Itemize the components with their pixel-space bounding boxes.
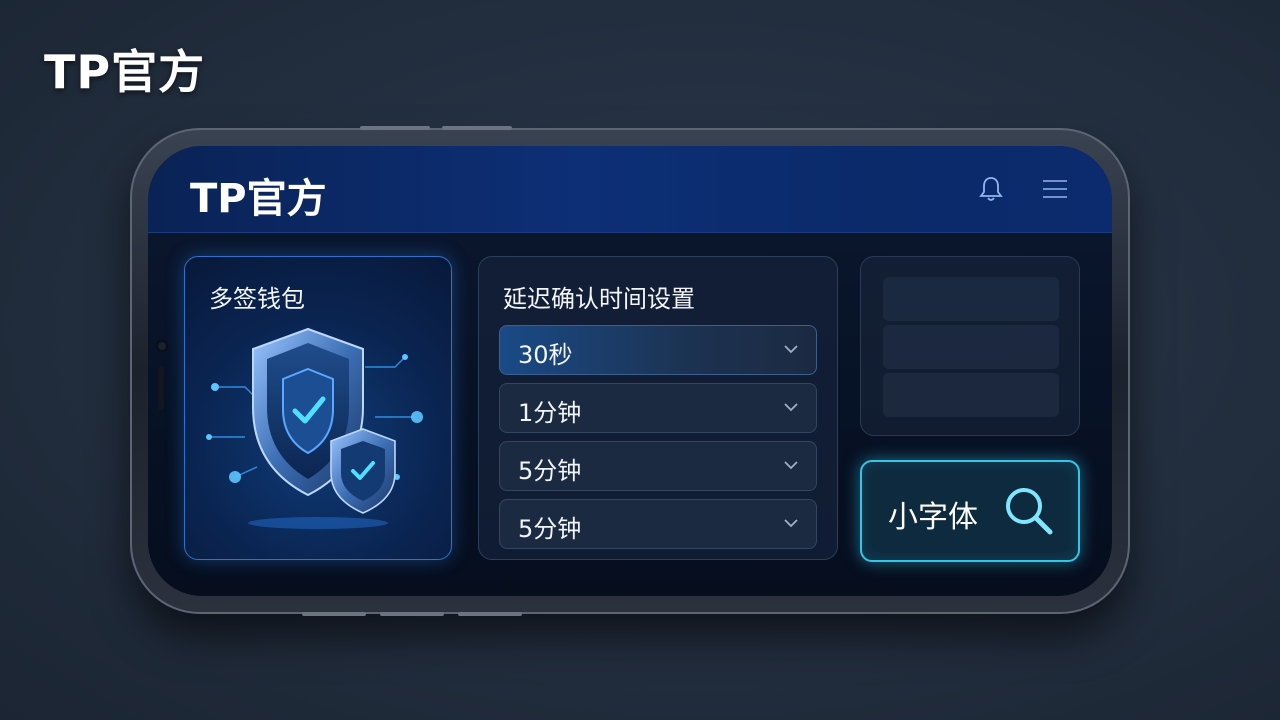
delay-confirm-settings-card: 延迟确认时间设置 30秒 1分钟 5分钟 5分钟 xyxy=(478,256,838,560)
placeholder-row xyxy=(883,373,1059,417)
placeholder-row xyxy=(883,277,1059,321)
phone-side-button xyxy=(380,612,444,616)
app-header: TP官方 xyxy=(148,146,1112,233)
delay-card-title: 延迟确认时间设置 xyxy=(503,285,695,313)
dropdown-value: 30秒 xyxy=(518,341,573,369)
phone-side-button xyxy=(458,612,522,616)
hamburger-menu-icon[interactable] xyxy=(1040,174,1070,204)
delay-option-dropdown[interactable]: 30秒 xyxy=(499,325,817,375)
phone-side-button xyxy=(442,126,512,130)
dropdown-value: 5分钟 xyxy=(518,515,582,543)
phone-frame: TP官方 多签钱包 延迟确认时间设置 30秒 1分钟 5分钟 5分钟 小字体 xyxy=(130,126,1130,616)
chevron-down-icon xyxy=(784,345,798,354)
multisig-card-title: 多签钱包 xyxy=(209,285,305,313)
chevron-down-icon xyxy=(784,461,798,470)
dropdown-value: 5分钟 xyxy=(518,457,582,485)
brand-title: TP官方 xyxy=(44,45,206,99)
delay-option-dropdown[interactable]: 5分钟 xyxy=(499,499,817,549)
placeholder-row xyxy=(883,325,1059,369)
front-camera xyxy=(158,342,166,350)
delay-option-dropdown[interactable]: 1分钟 xyxy=(499,383,817,433)
dropdown-value: 1分钟 xyxy=(518,399,582,427)
delay-option-dropdown[interactable]: 5分钟 xyxy=(499,441,817,491)
chevron-down-icon xyxy=(784,403,798,412)
small-font-button[interactable]: 小字体 xyxy=(860,460,1080,562)
phone-side-button xyxy=(360,126,430,130)
bell-icon[interactable] xyxy=(976,174,1006,204)
small-font-label: 小字体 xyxy=(888,500,978,535)
multisig-wallet-card[interactable]: 多签钱包 xyxy=(184,256,452,560)
phone-screen: TP官方 多签钱包 延迟确认时间设置 30秒 1分钟 5分钟 5分钟 小字体 xyxy=(148,146,1112,596)
placeholder-card xyxy=(860,256,1080,436)
app-title: TP官方 xyxy=(190,176,327,222)
shield-check-icon xyxy=(206,327,423,529)
phone-side-button xyxy=(302,612,366,616)
speaker-grille xyxy=(158,366,164,410)
chevron-down-icon xyxy=(784,519,798,528)
search-icon xyxy=(1006,488,1053,535)
